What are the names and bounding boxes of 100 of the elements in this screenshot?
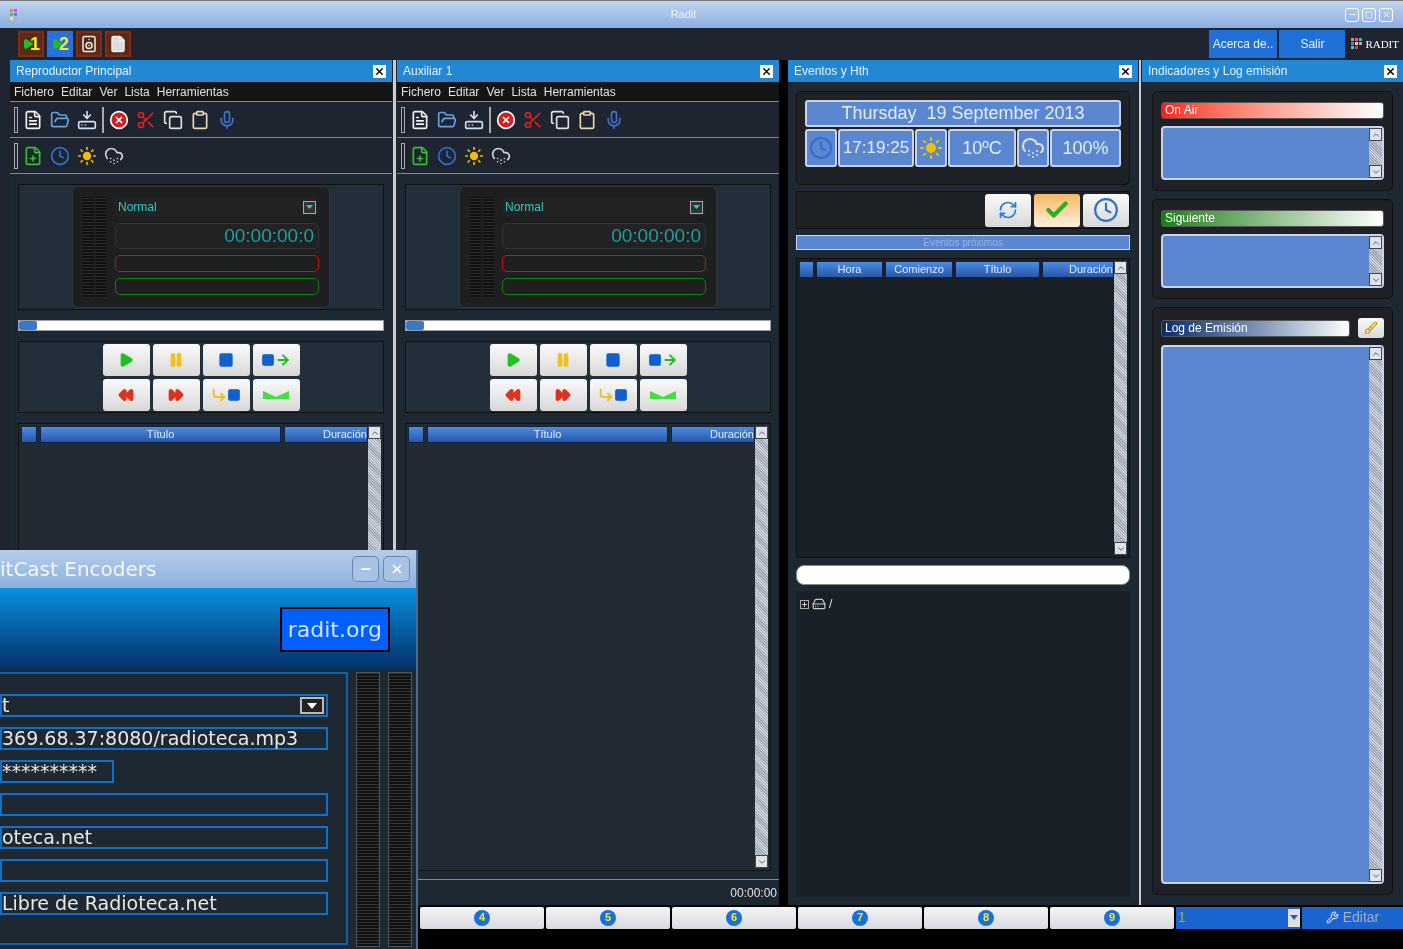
expand-icon[interactable] [800, 599, 809, 609]
tree-item[interactable]: / [829, 595, 833, 613]
launcher-button[interactable] [76, 31, 102, 57]
logo-grid-icon [1351, 38, 1364, 50]
close-icon [1385, 65, 1396, 77]
clock-icon [805, 129, 837, 167]
mode-dropdown[interactable]: Normal [115, 197, 319, 217]
stop-icon [218, 351, 234, 368]
play-button[interactable] [489, 343, 537, 376]
page-dropdown[interactable]: 1 [1176, 906, 1300, 929]
column-header[interactable] [21, 426, 37, 443]
column-header[interactable]: Título [955, 261, 1040, 278]
stop-next-button[interactable] [639, 343, 687, 376]
column-header[interactable]: Hora [816, 261, 883, 278]
scrollbar[interactable] [755, 426, 768, 868]
input-field[interactable]: Libre de Radioteca.net [0, 892, 328, 915]
fast-forward-icon [168, 386, 184, 403]
slot-button[interactable]: 6 [672, 906, 796, 929]
column-header[interactable]: Título [427, 426, 668, 443]
menu-item[interactable]: Fichero [401, 82, 441, 101]
fast-forward-button[interactable] [152, 378, 200, 411]
jump-button[interactable] [202, 378, 250, 411]
window-title: itCast Encoders [0, 556, 157, 583]
close-button[interactable] [760, 64, 773, 78]
mode-dropdown[interactable]: Normal [502, 197, 706, 217]
jump-button[interactable] [589, 378, 637, 411]
crossfade-icon [263, 388, 289, 401]
launcher-button[interactable]: 1 [18, 31, 44, 57]
menu-item[interactable]: Lista [124, 82, 150, 101]
menu-item[interactable]: Fichero [14, 82, 54, 101]
menu-item[interactable]: Ver [99, 82, 118, 101]
time-display: 17:19:25 [838, 129, 914, 167]
panel-title: Reproductor Principal [16, 63, 132, 80]
header-button[interactable]: Salir [1279, 30, 1346, 58]
pause-icon [555, 351, 571, 368]
search-field[interactable] [796, 565, 1130, 585]
pause-button[interactable] [152, 343, 200, 376]
clock-button[interactable] [1083, 193, 1129, 227]
launcher-button[interactable] [105, 31, 131, 57]
stop-next-button[interactable] [252, 343, 300, 376]
close-icon [761, 65, 772, 77]
indicator-label: Log de Emisión [1161, 319, 1350, 337]
scrollbar[interactable] [1369, 236, 1382, 286]
indicator-label: On Air [1161, 102, 1384, 119]
input-field[interactable] [0, 793, 328, 816]
website-link[interactable]: radit.org [279, 606, 390, 652]
progress-slider[interactable] [405, 320, 771, 331]
stop-button[interactable] [202, 343, 250, 376]
input-field[interactable]: oteca.net [0, 826, 328, 849]
menu-item[interactable]: Ver [486, 82, 505, 101]
crossfade-button[interactable] [639, 378, 687, 411]
total-duration: 00:00:00 [730, 884, 777, 902]
column-header[interactable]: Comienzo [885, 261, 953, 278]
minimize-button[interactable] [352, 556, 379, 582]
menu-item[interactable]: Herramientas [543, 82, 616, 101]
column-header[interactable]: Duración [671, 426, 755, 443]
stop-arrow-icon [261, 351, 291, 368]
window-title: Radit [670, 7, 697, 23]
slot-button[interactable]: 9 [1050, 906, 1174, 929]
confirm-button[interactable] [1034, 193, 1080, 227]
scrollbar[interactable] [1369, 128, 1382, 178]
close-button[interactable] [373, 64, 386, 78]
column-header[interactable] [408, 426, 424, 443]
header-button[interactable]: Acerca de.. [1208, 30, 1278, 58]
rewind-button[interactable] [102, 378, 150, 411]
column-header[interactable]: Título [40, 426, 281, 443]
fast-forward-button[interactable] [539, 378, 587, 411]
edit-button[interactable]: Editar [1302, 906, 1403, 929]
slot-button[interactable]: 8 [924, 906, 1048, 929]
progress-slider[interactable] [18, 320, 384, 331]
column-header[interactable] [799, 261, 814, 278]
pause-button[interactable] [539, 343, 587, 376]
menu-item[interactable]: Herramientas [156, 82, 229, 101]
column-header[interactable]: Duración [284, 426, 368, 443]
section-label: Eventos próximos [796, 235, 1130, 250]
slot-button[interactable]: 5 [546, 906, 670, 929]
input-field[interactable]: 369.68.37:8080/radioteca.mp3 [0, 727, 328, 750]
menu-item[interactable]: Editar [61, 82, 93, 101]
crossfade-button[interactable] [252, 378, 300, 411]
scrollbar[interactable] [1369, 347, 1382, 882]
column-header[interactable]: Duración [1042, 261, 1114, 278]
close-icon [1120, 65, 1131, 77]
slot-button[interactable]: 4 [420, 906, 544, 929]
menu-item[interactable]: Lista [511, 82, 537, 101]
rewind-button[interactable] [489, 378, 537, 411]
input-field[interactable] [0, 859, 328, 882]
password-field[interactable]: ********** [0, 760, 114, 783]
close-button[interactable] [1119, 64, 1132, 78]
panel-title: Auxiliar 1 [403, 63, 453, 80]
dropdown-field[interactable]: t [0, 694, 328, 717]
clock-icon [1093, 197, 1119, 223]
refresh-button[interactable] [985, 193, 1031, 227]
launcher-button[interactable]: 2 [47, 31, 73, 57]
slot-button[interactable]: 7 [798, 906, 922, 929]
stop-button[interactable] [589, 343, 637, 376]
close-button[interactable] [1384, 64, 1397, 78]
close-icon [1381, 10, 1391, 19]
play-button[interactable] [102, 343, 150, 376]
scrollbar[interactable] [1114, 261, 1127, 555]
menu-item[interactable]: Editar [448, 82, 480, 101]
